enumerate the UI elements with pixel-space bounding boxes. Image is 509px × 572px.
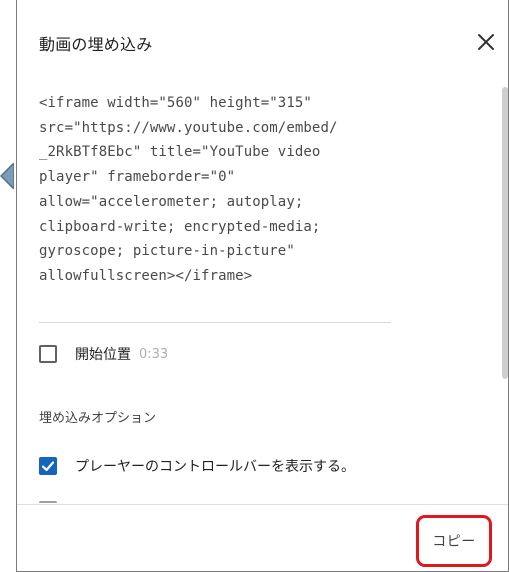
show-controls-label: プレーヤーのコントロールバーを表示する。 bbox=[75, 459, 355, 475]
start-at-checkbox[interactable] bbox=[39, 345, 57, 363]
show-controls-checkbox[interactable] bbox=[39, 457, 57, 475]
option-show-controls-row[interactable]: プレーヤーのコントロールバーを表示する。 bbox=[39, 456, 355, 476]
start-at-label: 開始位置 bbox=[75, 347, 131, 363]
privacy-mode-checkbox[interactable] bbox=[39, 501, 57, 503]
start-at-time: 0:33 bbox=[139, 346, 169, 362]
close-icon bbox=[478, 34, 494, 50]
dialog-title: 動画の埋め込み bbox=[39, 35, 153, 54]
close-button[interactable] bbox=[477, 33, 495, 51]
dialog-scroll-area[interactable]: <iframe width="560" height="315" src="ht… bbox=[17, 81, 505, 503]
copy-button[interactable]: コピー bbox=[416, 515, 492, 567]
carousel-prev-arrow-icon[interactable] bbox=[0, 163, 14, 189]
footer-divider bbox=[17, 504, 508, 505]
embed-options-heading: 埋め込みオプション bbox=[39, 411, 157, 426]
embed-dialog: 動画の埋め込み <iframe width="560" height="315"… bbox=[16, 0, 509, 572]
start-at-row[interactable]: 開始位置 0:33 bbox=[39, 344, 168, 364]
option-privacy-row[interactable] bbox=[39, 500, 57, 503]
scrollbar-thumb[interactable] bbox=[502, 87, 508, 379]
embed-code-textarea[interactable]: <iframe width="560" height="315" src="ht… bbox=[39, 91, 391, 289]
code-underline bbox=[39, 322, 391, 323]
check-icon bbox=[41, 461, 55, 472]
